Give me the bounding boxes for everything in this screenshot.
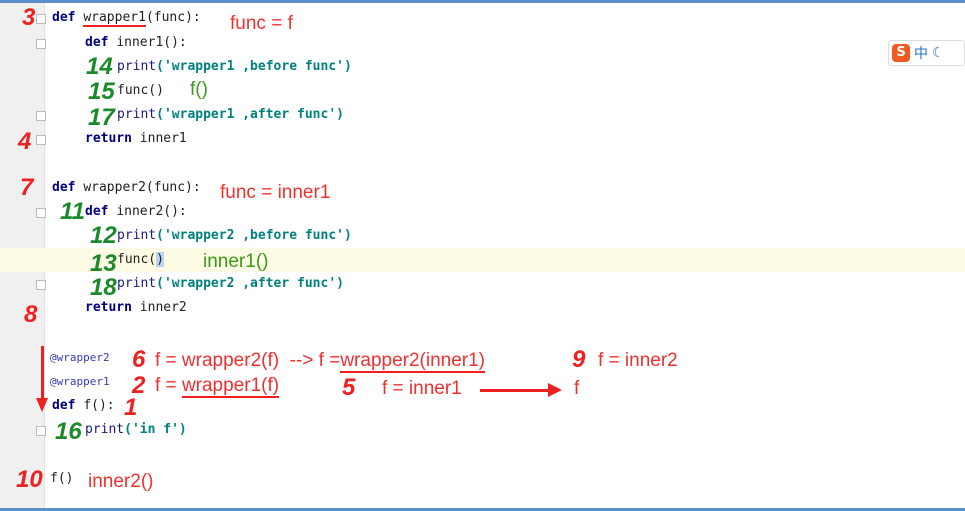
code-text: wrapper2(func): [83, 180, 201, 195]
annotation-text: f = wrapper2(f) --> f = [155, 350, 341, 371]
step-number: 16 [55, 418, 82, 445]
fold-marker[interactable] [36, 426, 46, 436]
code-line[interactable]: print('in f') [85, 422, 187, 438]
code-line[interactable]: print('wrapper1 ,after func') [117, 107, 344, 123]
fold-marker[interactable] [36, 14, 46, 24]
annotation: func = inner1 [220, 182, 331, 203]
decorator-line[interactable]: @wrapper1 [50, 374, 110, 390]
code-line[interactable]: def inner1(): [85, 35, 187, 51]
step-number: 1 [124, 394, 138, 421]
step-number: 12 [90, 222, 117, 249]
code-line[interactable]: print('wrapper1 ,before func') [117, 59, 352, 75]
code-text: print [117, 107, 157, 122]
code-text: (func): [145, 10, 201, 25]
arrow-head-icon [548, 383, 562, 397]
code-text: print [117, 276, 157, 291]
annotation: f [574, 378, 580, 399]
code-line[interactable]: def wrapper2(func): [52, 180, 201, 196]
code-line[interactable]: print('wrapper2 ,after func') [117, 276, 344, 292]
string-literal: ('wrapper1 ,before func') [156, 59, 352, 74]
decorator: @wrapper2 [50, 351, 110, 364]
matched-paren: ) [156, 252, 164, 267]
code-line[interactable]: def inner2(): [85, 204, 187, 220]
code-line[interactable]: f() [50, 471, 73, 487]
function-name: wrapper1 [83, 10, 146, 27]
code-line[interactable]: print('wrapper2 ,before func') [117, 228, 352, 244]
string-literal: ('wrapper1 ,after func') [156, 107, 344, 122]
keyword: def [52, 180, 76, 195]
sogou-logo-icon[interactable]: S [892, 44, 910, 62]
ime-toolbar[interactable]: S 中 ☾ [888, 40, 965, 66]
decorator: @wrapper1 [50, 375, 110, 388]
annotation-text: f = [155, 375, 182, 396]
code-text: func( [117, 252, 157, 267]
code-text: print [117, 59, 157, 74]
fold-marker[interactable] [36, 135, 46, 145]
code-text: f() [50, 471, 74, 486]
code-text: f(): [83, 398, 115, 413]
step-number: 10 [16, 466, 43, 493]
code-text: func() [117, 83, 164, 98]
annotation: inner2() [88, 471, 154, 492]
step-number: 5 [342, 374, 356, 401]
window-top-border [0, 0, 965, 3]
code-text: inner2 [139, 300, 187, 315]
down-arrow-head-icon [36, 398, 48, 412]
annotation-underlined: wrapper1(f) [181, 375, 280, 398]
annotation-underlined: wrapper2(inner1) [340, 350, 486, 373]
step-number: 3 [22, 4, 36, 31]
input-mode-toggle[interactable]: 中 [914, 43, 928, 63]
step-number: 8 [24, 301, 38, 328]
annotation: func = f [230, 13, 293, 34]
fold-marker[interactable] [36, 39, 46, 49]
step-number: 9 [572, 346, 586, 373]
step-number: 4 [18, 128, 32, 155]
annotation: f = wrapper1(f) [155, 375, 280, 398]
keyword: return [85, 300, 132, 315]
code-text: inner1 [139, 131, 187, 146]
down-arrow-icon [41, 346, 44, 401]
decorator-line[interactable]: @wrapper2 [50, 350, 110, 366]
keyword: def [85, 35, 109, 50]
code-text: inner2(): [116, 204, 187, 219]
code-text: print [85, 422, 125, 437]
step-number: 14 [86, 53, 113, 80]
step-number: 13 [90, 250, 117, 277]
annotation: inner1() [203, 251, 269, 272]
annotation: f = wrapper2(f) --> f =wrapper2(inner1) [155, 350, 486, 373]
step-number: 6 [132, 346, 146, 373]
fold-marker[interactable] [36, 280, 46, 290]
keyword: def [85, 204, 109, 219]
step-number: 17 [88, 104, 115, 131]
string-literal: ('in f') [124, 422, 187, 437]
string-literal: ('wrapper2 ,before func') [156, 228, 352, 243]
code-line[interactable]: def wrapper1(func): [52, 10, 201, 27]
annotation: f = inner1 [382, 378, 462, 399]
step-number: 15 [88, 78, 115, 105]
step-number: 18 [90, 274, 117, 301]
fold-marker[interactable] [36, 208, 46, 218]
code-text: inner1(): [116, 35, 187, 50]
keyword: def [52, 10, 76, 25]
annotation: f = inner2 [598, 350, 678, 371]
step-number: 7 [20, 174, 34, 201]
code-text: print [117, 228, 157, 243]
code-line[interactable]: return inner1 [85, 131, 187, 147]
annotation: f() [190, 79, 208, 100]
code-line[interactable]: def f(): [52, 398, 115, 414]
fold-marker[interactable] [36, 111, 46, 121]
moon-icon[interactable]: ☾ [932, 45, 945, 61]
string-literal: ('wrapper2 ,after func') [156, 276, 344, 291]
arrow-icon [480, 389, 550, 392]
code-line[interactable]: func() [117, 83, 164, 99]
code-line[interactable]: return inner2 [85, 300, 187, 316]
keyword: return [85, 131, 132, 146]
keyword: def [52, 398, 76, 413]
step-number: 11 [60, 198, 85, 225]
code-line[interactable]: func() [117, 252, 164, 268]
